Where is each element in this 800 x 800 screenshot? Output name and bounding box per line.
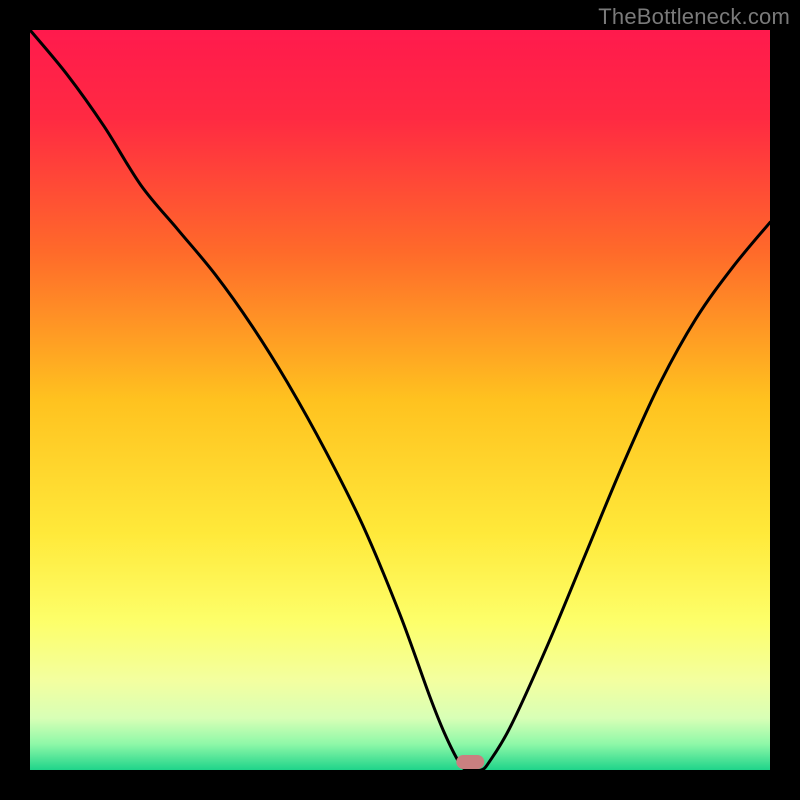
optimal-marker [456, 755, 484, 769]
bottleneck-chart [0, 0, 800, 800]
watermark-text: TheBottleneck.com [598, 4, 790, 30]
chart-frame: TheBottleneck.com [0, 0, 800, 800]
plot-background [30, 30, 770, 770]
